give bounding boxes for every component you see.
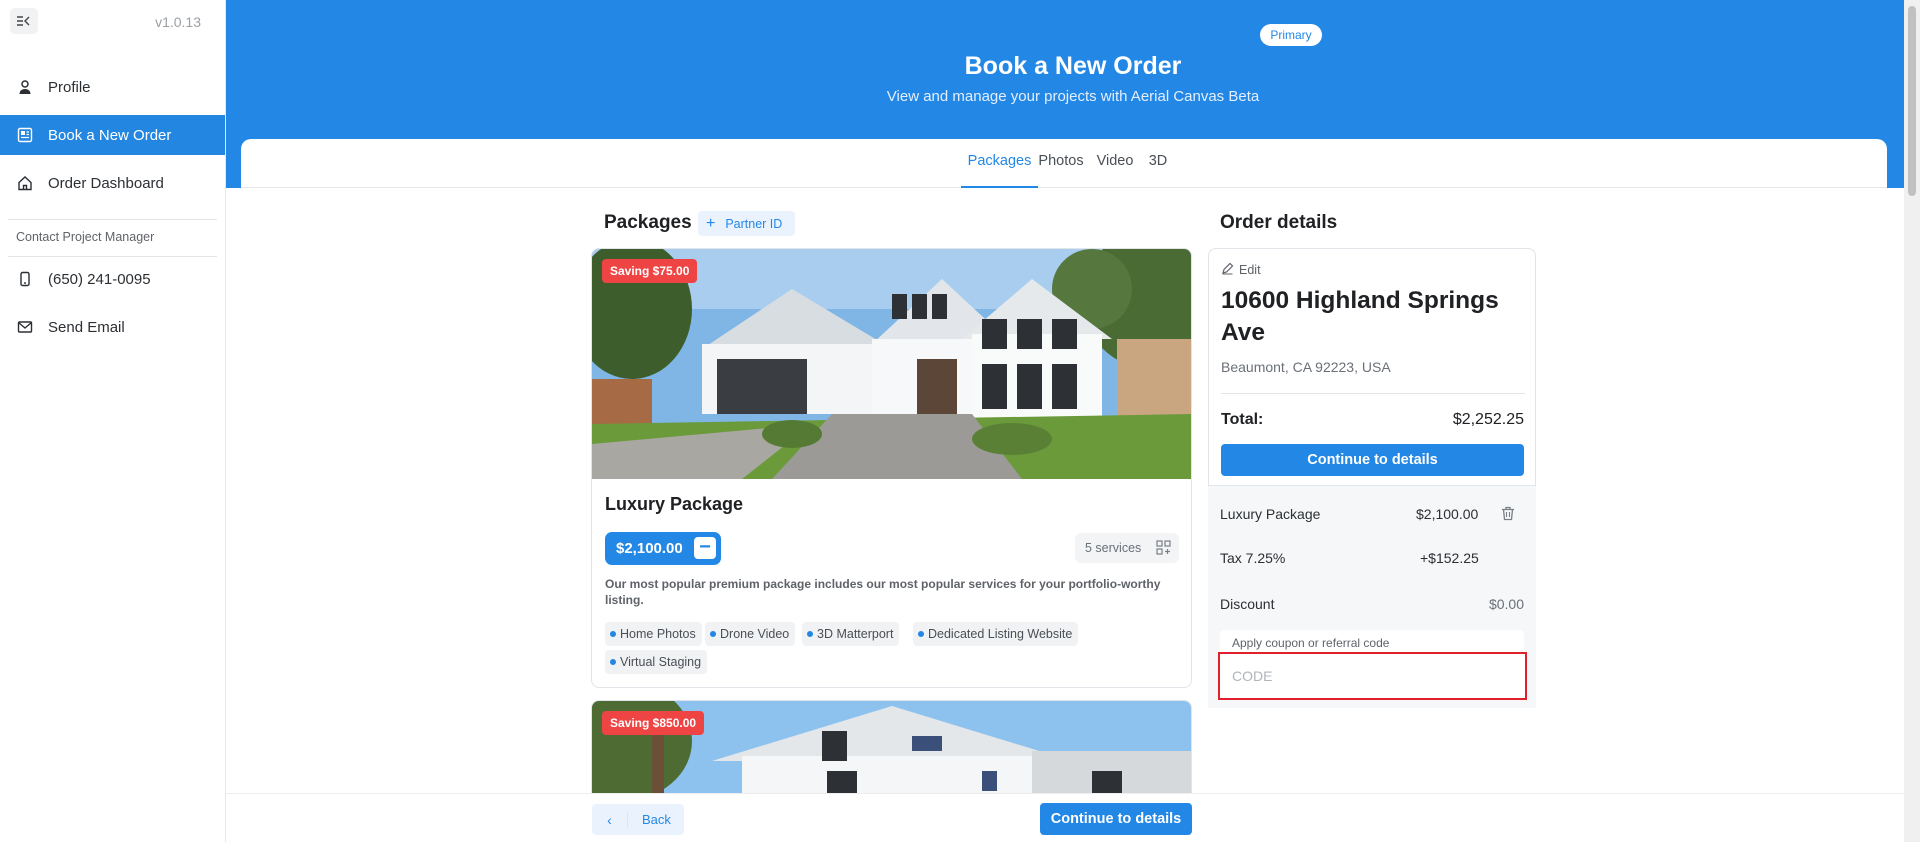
discount-label: Discount (1220, 596, 1275, 612)
pencil-icon (1221, 262, 1234, 278)
tab-photos[interactable]: Photos (1038, 153, 1084, 188)
feature-chip: Dedicated Listing Website (913, 622, 1079, 646)
continue-to-details-button[interactable]: Continue to details (1221, 444, 1524, 476)
saving-badge: Saving $850.00 (602, 711, 705, 735)
bullet-icon (610, 631, 616, 637)
back-button[interactable]: ‹ Back (592, 804, 684, 835)
feature-label: Dedicated Listing Website (928, 627, 1073, 641)
sidebar: v1.0.13 Profile Book a New Order Order D… (0, 0, 226, 842)
bullet-icon (710, 631, 716, 637)
sidebar-item-label: (650) 241-0095 (48, 270, 151, 288)
edit-address-button[interactable]: Edit (1221, 262, 1261, 278)
services-count: 5 services (1085, 541, 1142, 555)
scrollbar-thumb[interactable] (1908, 6, 1916, 196)
tab-3d[interactable]: 3D (1143, 153, 1173, 188)
line-item-name: Luxury Package (1220, 506, 1321, 522)
sidebar-divider (8, 256, 217, 257)
discount-value: $0.00 (1488, 596, 1524, 612)
package-name: Luxury Package (605, 494, 744, 514)
user-icon (16, 78, 34, 96)
tax-value: +$152.25 (1420, 550, 1479, 566)
feature-label: Virtual Staging (620, 655, 702, 669)
plus-icon: + (706, 214, 716, 232)
saving-badge: Saving $75.00 (602, 259, 698, 283)
contact-caption: Contact Project Manager (16, 230, 155, 244)
sidebar-item-book-order[interactable]: Book a New Order (0, 115, 225, 155)
sidebar-item-label: Order Dashboard (48, 174, 164, 192)
grid-icon (1156, 540, 1171, 558)
feature-chip: Home Photos (605, 622, 702, 646)
sidebar-item-label: Send Email (48, 318, 125, 336)
services-count-button[interactable]: 5 services (1075, 533, 1179, 563)
page-scrollbar[interactable] (1904, 0, 1920, 842)
address-line-2: Beaumont, CA 92223, USA (1221, 359, 1391, 375)
packages-heading: Packages (604, 212, 692, 233)
feature-label: 3D Matterport (817, 627, 894, 641)
package-description: Our most popular premium package include… (605, 577, 1161, 607)
feature-label: Home Photos (620, 627, 696, 641)
app-version: v1.0.13 (155, 14, 201, 30)
mail-icon (16, 318, 34, 336)
page-subtitle: View and manage your projects with Aeria… (886, 88, 1260, 105)
collapse-sidebar-button[interactable] (10, 8, 38, 34)
package-price: $2,100.00 (616, 540, 683, 557)
total-label: Total: (1221, 411, 1264, 428)
footer-bar: ‹ Back Continue to details (226, 793, 1920, 842)
sidebar-item-profile[interactable]: Profile (0, 67, 225, 107)
tab-packages[interactable]: Packages (961, 153, 1038, 188)
continue-to-details-footer-button[interactable]: Continue to details (1040, 803, 1192, 835)
coupon-code-input[interactable] (1218, 652, 1527, 700)
edit-label: Edit (1239, 263, 1261, 277)
phone-icon (16, 270, 34, 288)
total-value: $2,252.25 (1452, 411, 1524, 428)
feature-chip: Virtual Staging (605, 650, 708, 674)
remove-package-button[interactable]: − (694, 537, 716, 559)
bullet-icon (610, 659, 616, 665)
tab-bar: Packages Photos Video 3D (241, 139, 1887, 188)
trash-icon[interactable] (1501, 506, 1515, 526)
feature-chip: Drone Video (705, 622, 796, 646)
sidebar-item-send-email[interactable]: Send Email (0, 307, 225, 347)
order-details-heading: Order details (1220, 212, 1338, 233)
sidebar-item-label: Profile (48, 78, 91, 96)
order-summary-card: Edit 10600 Highland Springs Ave Beaumont… (1208, 248, 1536, 486)
page-title: Book a New Order (964, 52, 1182, 80)
feature-chip: 3D Matterport (802, 622, 900, 646)
collapse-icon (17, 16, 30, 26)
primary-badge: Primary (1260, 24, 1322, 46)
address-line-1: 10600 Highland Springs Ave (1221, 287, 1499, 346)
feature-label: Drone Video (720, 627, 790, 641)
line-item-price: $2,100.00 (1416, 506, 1479, 522)
sidebar-item-label: Book a New Order (48, 126, 172, 144)
package-card-luxury[interactable]: Saving $75.00 Luxury Package $2,100.00 −… (591, 248, 1192, 688)
sidebar-divider (8, 219, 217, 220)
sidebar-item-order-dashboard[interactable]: Order Dashboard (0, 163, 225, 203)
tax-label: Tax 7.25% (1220, 550, 1286, 566)
house-photo (592, 249, 1191, 479)
chevron-left-icon: ‹ (592, 811, 628, 828)
sidebar-item-phone[interactable]: (650) 241-0095 (0, 259, 225, 299)
bullet-icon (807, 631, 813, 637)
back-label: Back (642, 812, 671, 827)
partner-id-button[interactable]: + Partner ID (698, 211, 795, 236)
tab-video[interactable]: Video (1094, 153, 1136, 188)
coupon-label: Apply coupon or referral code (1232, 636, 1390, 650)
order-icon (16, 126, 34, 144)
home-icon (16, 174, 34, 192)
package-price-toggle[interactable]: $2,100.00 − (605, 532, 721, 565)
bullet-icon (918, 631, 924, 637)
order-divider (1221, 393, 1525, 394)
partner-id-label: Partner ID (725, 216, 783, 231)
